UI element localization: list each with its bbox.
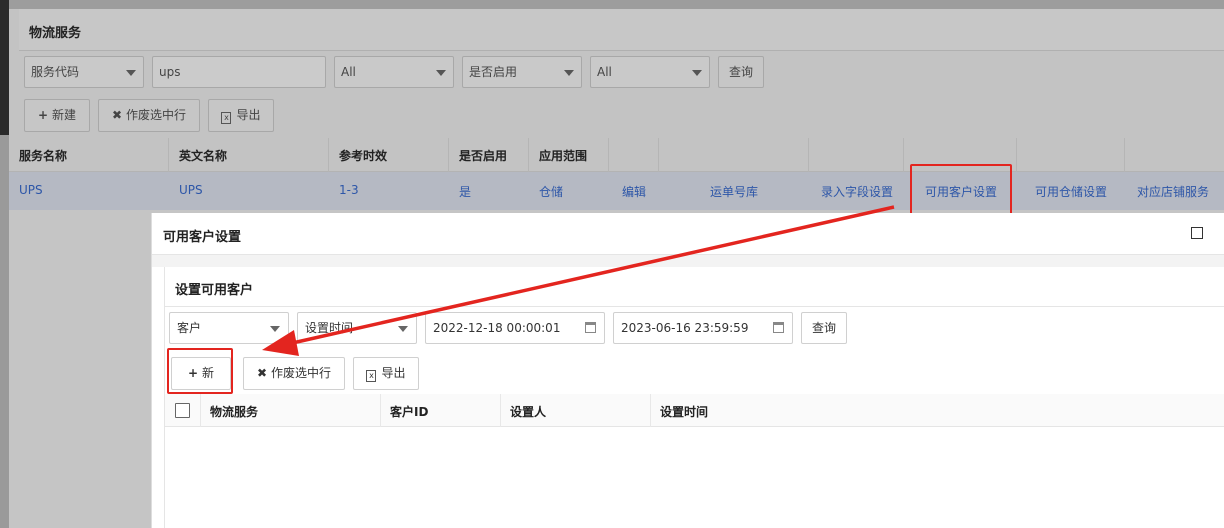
arrow-shaft [287,205,895,346]
arrow-head [262,330,299,356]
annotation-arrow [262,205,895,356]
